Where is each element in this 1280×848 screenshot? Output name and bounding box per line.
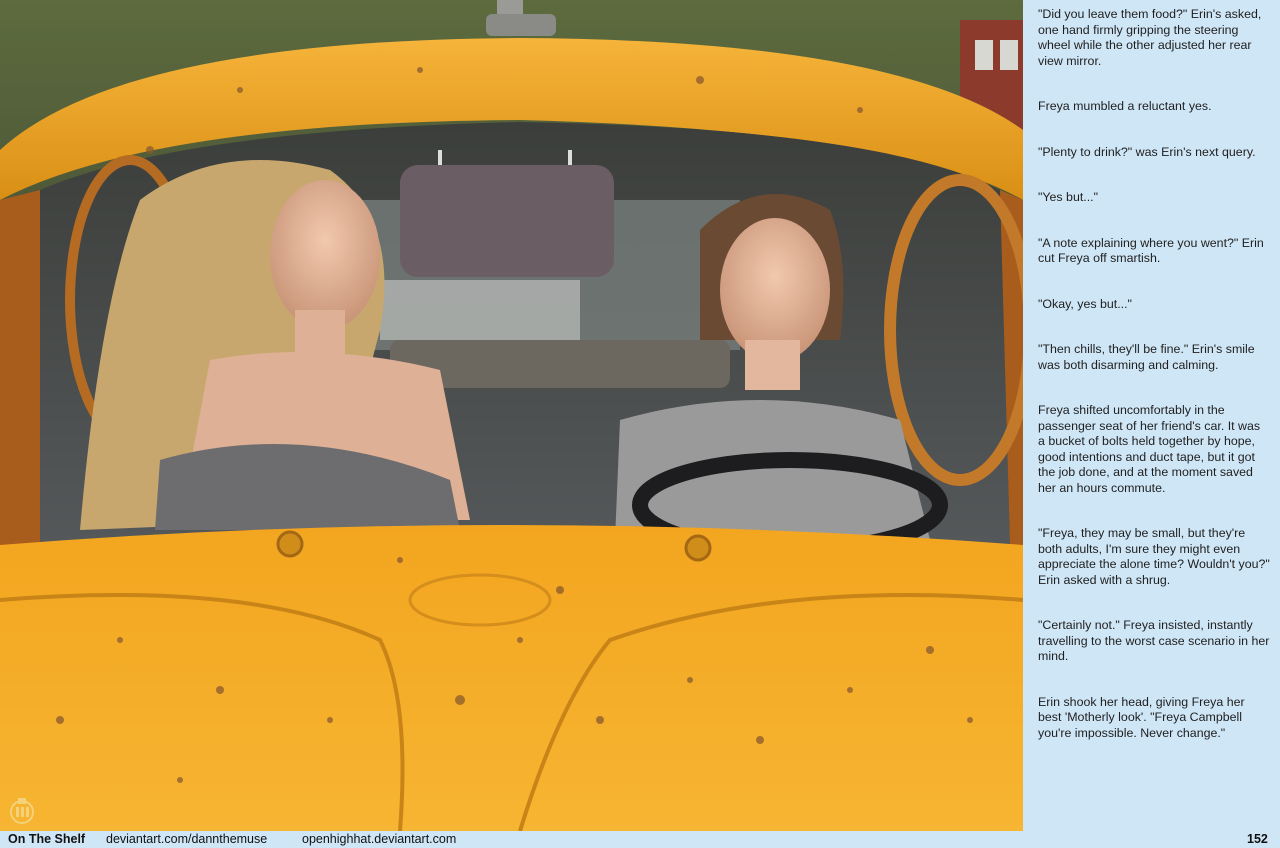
deviantart-link-dannthemuse[interactable]: deviantart.com/dannthemuse xyxy=(106,832,267,846)
page-footer: On The Shelf deviantart.com/dannthemuse … xyxy=(0,831,1280,848)
comic-panel-image xyxy=(0,0,1023,831)
story-paragraph: "A note explaining where you went?" Erin… xyxy=(1038,235,1264,266)
story-paragraph: "Did you leave them food?" Erin's asked,… xyxy=(1038,7,1262,68)
story-paragraph: "Certainly not." Freya insisted, instant… xyxy=(1038,618,1270,663)
story-text-panel: "Did you leave them food?" Erin's asked,… xyxy=(1024,0,1280,831)
car-scene-illustration xyxy=(0,0,1023,831)
artist-logo-icon xyxy=(10,798,34,824)
story-paragraph: Freya shifted uncomfortably in the passe… xyxy=(1038,403,1261,495)
story-paragraph: "Plenty to drink?" was Erin's next query… xyxy=(1038,144,1256,159)
story-paragraph: Erin shook her head, giving Freya her be… xyxy=(1038,694,1245,740)
deviantart-link-openhighhat[interactable]: openhighhat.deviantart.com xyxy=(302,832,456,846)
story-paragraph: "Okay, yes but..." xyxy=(1038,296,1132,311)
story-paragraph: Freya mumbled a reluctant yes. xyxy=(1038,99,1212,113)
story-paragraph: "Then chills, they'll be fine." Erin's s… xyxy=(1038,342,1255,372)
comic-title: On The Shelf xyxy=(8,832,86,846)
story-paragraph: "Yes but..." xyxy=(1038,190,1099,204)
story-paragraph: "Freya, they may be small, but they're b… xyxy=(1038,526,1270,587)
page-number: 152 xyxy=(1247,832,1268,846)
